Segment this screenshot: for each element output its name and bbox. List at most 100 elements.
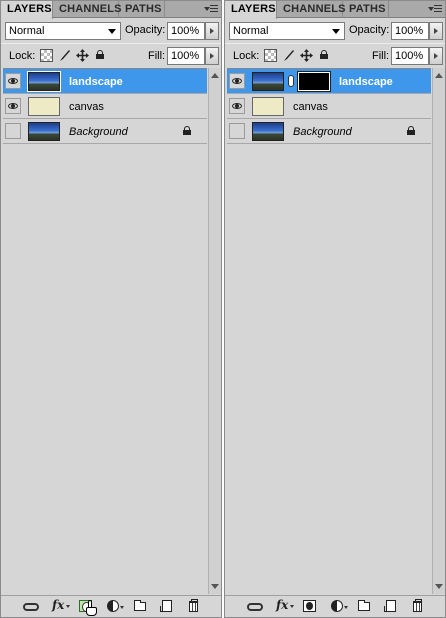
scroll-down-icon[interactable] <box>435 584 443 589</box>
new-layer-icon[interactable] <box>160 600 172 612</box>
visibility-toggle[interactable] <box>229 123 245 139</box>
tab-channels[interactable]: CHANNELS <box>277 1 346 18</box>
layer-thumbnail[interactable] <box>28 122 60 141</box>
adjustment-layer-icon[interactable] <box>107 600 119 612</box>
fx-icon[interactable]: fx <box>276 598 288 613</box>
layer-thumbnail[interactable] <box>252 122 284 141</box>
eye-icon <box>8 78 18 84</box>
scroll-up-icon[interactable] <box>211 73 219 78</box>
eye-icon <box>232 78 242 84</box>
new-group-icon[interactable] <box>358 600 370 611</box>
mask-link-chain-icon[interactable] <box>288 75 294 87</box>
new-layer-icon[interactable] <box>384 600 396 612</box>
chevron-down-icon <box>332 29 340 34</box>
divider <box>225 43 445 44</box>
visibility-toggle[interactable] <box>229 98 245 114</box>
layer-row-background[interactable]: Background <box>3 119 207 144</box>
fx-icon[interactable]: fx <box>52 598 64 613</box>
panel-menu-icon[interactable] <box>204 4 218 15</box>
blend-mode-select[interactable]: Normal <box>229 22 345 40</box>
layer-list: landscape canvas Background <box>227 68 431 594</box>
visibility-toggle[interactable] <box>229 73 245 89</box>
layer-row-landscape[interactable]: landscape <box>3 69 207 94</box>
tab-layers[interactable]: LAYERS <box>225 1 277 19</box>
layers-toolbar: fx <box>1 595 221 617</box>
eye-icon <box>8 103 18 109</box>
tab-paths[interactable]: PATHS <box>343 1 389 18</box>
layers-panel-after: LAYERS CHANNELS PATHS Normal Opacity: 10… <box>224 0 446 618</box>
lock-transparency-icon[interactable] <box>40 49 53 62</box>
adjustment-menu-arrow-icon <box>344 606 348 609</box>
tab-channels[interactable]: CHANNELS <box>53 1 122 18</box>
layer-row-landscape[interactable]: landscape <box>227 69 431 94</box>
fill-field[interactable]: 100% <box>391 47 429 65</box>
layer-thumbnail[interactable] <box>28 97 60 116</box>
trash-icon[interactable] <box>189 599 198 612</box>
opacity-slider-button[interactable] <box>205 22 219 40</box>
layer-name[interactable]: landscape <box>69 76 123 88</box>
lock-icon <box>183 126 191 135</box>
visibility-toggle[interactable] <box>5 98 21 114</box>
blend-mode-select[interactable]: Normal <box>5 22 121 40</box>
blend-mode-value: Normal <box>233 25 269 37</box>
link-layers-icon[interactable] <box>23 603 39 611</box>
lock-icon <box>407 126 415 135</box>
lock-pixels-brush-icon[interactable] <box>58 49 71 62</box>
scroll-down-icon[interactable] <box>211 584 219 589</box>
layer-name[interactable]: landscape <box>339 76 393 88</box>
layer-row-canvas[interactable]: canvas <box>227 94 431 119</box>
opacity-label: Opacity: <box>349 24 390 36</box>
fill-label: Fill: <box>148 50 166 62</box>
lock-all-icon[interactable] <box>94 49 107 62</box>
lock-position-move-icon[interactable] <box>76 49 89 62</box>
fill-label: Fill: <box>372 50 390 62</box>
fill-slider-button[interactable] <box>429 47 443 65</box>
fx-menu-arrow-icon <box>290 605 294 608</box>
lock-position-move-icon[interactable] <box>300 49 313 62</box>
eye-icon <box>232 103 242 109</box>
visibility-toggle[interactable] <box>5 123 21 139</box>
adjustment-layer-icon[interactable] <box>331 600 343 612</box>
layer-mask-thumbnail[interactable] <box>297 71 331 92</box>
scrollbar[interactable] <box>432 68 445 594</box>
trash-icon[interactable] <box>413 599 422 612</box>
layer-name[interactable]: canvas <box>293 101 328 113</box>
tab-bar: LAYERS CHANNELS PATHS <box>1 1 221 19</box>
blend-mode-value: Normal <box>9 25 45 37</box>
visibility-toggle[interactable] <box>5 73 21 89</box>
lock-all-icon[interactable] <box>318 49 331 62</box>
scroll-up-icon[interactable] <box>435 73 443 78</box>
fx-menu-arrow-icon <box>66 605 70 608</box>
link-layers-icon[interactable] <box>247 603 263 611</box>
fill-field[interactable]: 100% <box>167 47 205 65</box>
layer-thumbnail[interactable] <box>27 71 61 92</box>
layers-panel-before: LAYERS CHANNELS PATHS Normal Opacity: 10… <box>0 0 222 618</box>
layer-thumbnail[interactable] <box>252 72 284 91</box>
opacity-label: Opacity: <box>125 24 166 36</box>
lock-label: Lock: <box>233 50 260 62</box>
opacity-slider-button[interactable] <box>429 22 443 40</box>
layer-name[interactable]: canvas <box>69 101 104 113</box>
tab-paths[interactable]: PATHS <box>119 1 165 18</box>
new-group-icon[interactable] <box>134 600 146 611</box>
divider <box>1 43 221 44</box>
tab-layers[interactable]: LAYERS <box>1 1 53 19</box>
layer-name[interactable]: Background <box>69 126 128 138</box>
tab-bar: LAYERS CHANNELS PATHS <box>225 1 445 19</box>
opacity-field[interactable]: 100% <box>167 22 205 40</box>
layer-row-canvas[interactable]: canvas <box>3 94 207 119</box>
scrollbar[interactable] <box>208 68 221 594</box>
hand-cursor-icon <box>84 600 98 617</box>
lock-pixels-brush-icon[interactable] <box>282 49 295 62</box>
add-layer-mask-icon[interactable] <box>303 600 316 612</box>
fill-slider-button[interactable] <box>205 47 219 65</box>
layer-name[interactable]: Background <box>293 126 352 138</box>
layer-row-background[interactable]: Background <box>227 119 431 144</box>
adjustment-menu-arrow-icon <box>120 606 124 609</box>
lock-label: Lock: <box>9 50 36 62</box>
panel-menu-icon[interactable] <box>428 4 442 15</box>
lock-transparency-icon[interactable] <box>264 49 277 62</box>
opacity-field[interactable]: 100% <box>391 22 429 40</box>
layer-thumbnail[interactable] <box>252 97 284 116</box>
layers-toolbar: fx <box>225 595 445 617</box>
